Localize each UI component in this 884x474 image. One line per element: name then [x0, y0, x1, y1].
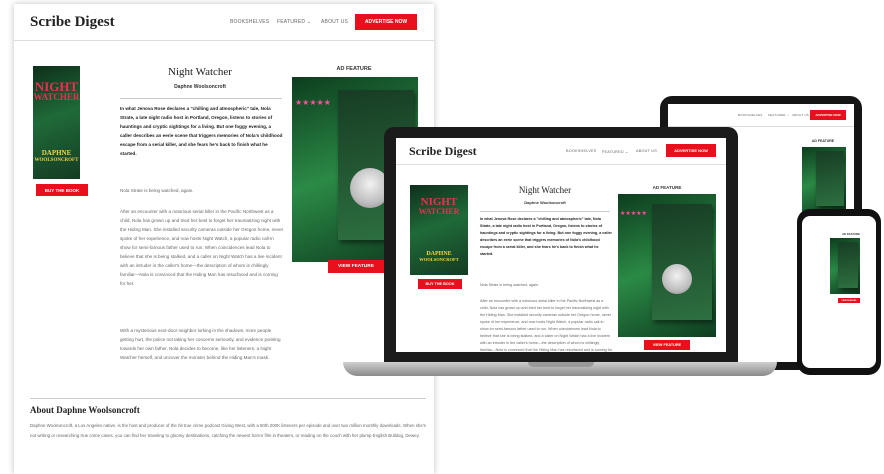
author-portrait	[662, 264, 692, 294]
cover-author-1: DAPHNE	[41, 149, 72, 157]
about-heading: About Daphne Woolsoncroft	[30, 405, 140, 415]
site-header: Scribe Digest BOOKSHELVES FEATURED ⌄ ABO…	[14, 4, 434, 41]
ad-feature-label: AD FEATURE	[652, 185, 682, 190]
article-paragraph-1: Nola Strate is being watched, again.	[120, 188, 194, 193]
ad-feature-label: AD FEATURE	[811, 139, 835, 143]
site-logo[interactable]: Scribe Digest	[30, 14, 115, 31]
site-logo[interactable]: Scribe Digest	[409, 144, 477, 159]
about-text: Daphne Woolsoncroft, a Los Angeles nativ…	[30, 423, 426, 438]
ad-feature-image[interactable]	[830, 238, 860, 294]
ad-book	[816, 151, 844, 206]
article-paragraph-2: After an encounter with a notorious seri…	[120, 209, 284, 286]
tablet-header: BOOKSHELVES FEATURED ⌄ ABOUT US ADVERTIS…	[668, 104, 854, 127]
ad-book	[838, 242, 858, 288]
cover-author-2: WOOLSONCROFT	[419, 257, 459, 262]
laptop-notch	[528, 362, 594, 367]
nav-about[interactable]: ABOUT US	[636, 149, 657, 153]
book-cover[interactable]: NIGHT WATCHER DAPHNE WOOLSONCROFT	[33, 66, 80, 179]
divider	[30, 398, 426, 399]
buy-book-button[interactable]: BUY THE BOOK	[418, 279, 462, 289]
article-paragraph-3: With a mysterious next-door neighbor lur…	[120, 328, 281, 360]
view-feature-button[interactable]: VIEW FEATURE	[838, 298, 860, 303]
nav-featured[interactable]: FEATURED ⌄	[602, 149, 628, 154]
article-intro: In what Jenova Rose declares a "chilling…	[120, 106, 283, 156]
article-intro: In what Jenova Rose declares a "chilling…	[480, 217, 612, 256]
ad-feature-image[interactable]	[802, 147, 846, 212]
book-cover[interactable]: NIGHT WATCHER DAPHNE WOOLSONCROFT	[410, 185, 468, 275]
star-rating: ★★★★★	[295, 98, 331, 107]
ad-feature-image[interactable]: ★★★★★	[618, 194, 716, 337]
nav-featured[interactable]: FEATURED ⌄	[768, 113, 789, 117]
nav-featured[interactable]: FEATURED ⌄	[277, 19, 311, 25]
advertise-button[interactable]: ADVERTISE NOW	[355, 14, 417, 30]
star-rating: ★★★★★	[620, 211, 647, 217]
nav-bookshelves[interactable]: BOOKSHELVES	[738, 113, 763, 117]
advertise-button[interactable]: ADVERTISE NOW	[666, 144, 716, 157]
ad-book	[652, 204, 712, 320]
advertise-button[interactable]: ADVERTISE NOW	[810, 110, 846, 120]
view-feature-button[interactable]: VIEW FEATURE	[328, 260, 384, 273]
nav-bookshelves[interactable]: BOOKSHELVES	[230, 19, 269, 25]
cover-author-2: WOOLSONCROFT	[34, 158, 79, 163]
phone-screen: AD FEATURE VIEW FEATURE	[802, 216, 876, 368]
nav-bookshelves[interactable]: BOOKSHELVES	[566, 149, 596, 153]
book-title: Night Watcher	[168, 66, 232, 78]
book-author: Daphne Woolsoncroft	[524, 200, 566, 205]
article-paragraph-2: After an encounter with a notorious seri…	[480, 299, 612, 352]
book-author: Daphne Woolsoncroft	[174, 84, 226, 90]
article-paragraph-1: Nola Strate is being watched, again.	[480, 283, 540, 287]
nav-about[interactable]: ABOUT US	[321, 19, 348, 25]
laptop-header: Scribe Digest BOOKSHELVES FEATURED ⌄ ABO…	[396, 138, 726, 165]
ad-feature-label: AD FEATURE	[842, 232, 860, 236]
book-title: Night Watcher	[518, 185, 572, 195]
ad-feature-label: AD FEATURE	[336, 66, 372, 72]
divider	[120, 98, 282, 99]
nav-about[interactable]: ABOUT US	[792, 113, 809, 117]
buy-book-button[interactable]: BUY THE BOOK	[36, 184, 88, 196]
laptop-screen: Scribe Digest BOOKSHELVES FEATURED ⌄ ABO…	[396, 138, 726, 352]
divider	[480, 211, 610, 212]
cover-title-2: WATCHER	[33, 92, 80, 102]
view-feature-button[interactable]: VIEW FEATURE	[644, 340, 690, 350]
cover-title-2: WATCHER	[418, 207, 460, 216]
desktop-page: Scribe Digest BOOKSHELVES FEATURED ⌄ ABO…	[14, 4, 434, 474]
